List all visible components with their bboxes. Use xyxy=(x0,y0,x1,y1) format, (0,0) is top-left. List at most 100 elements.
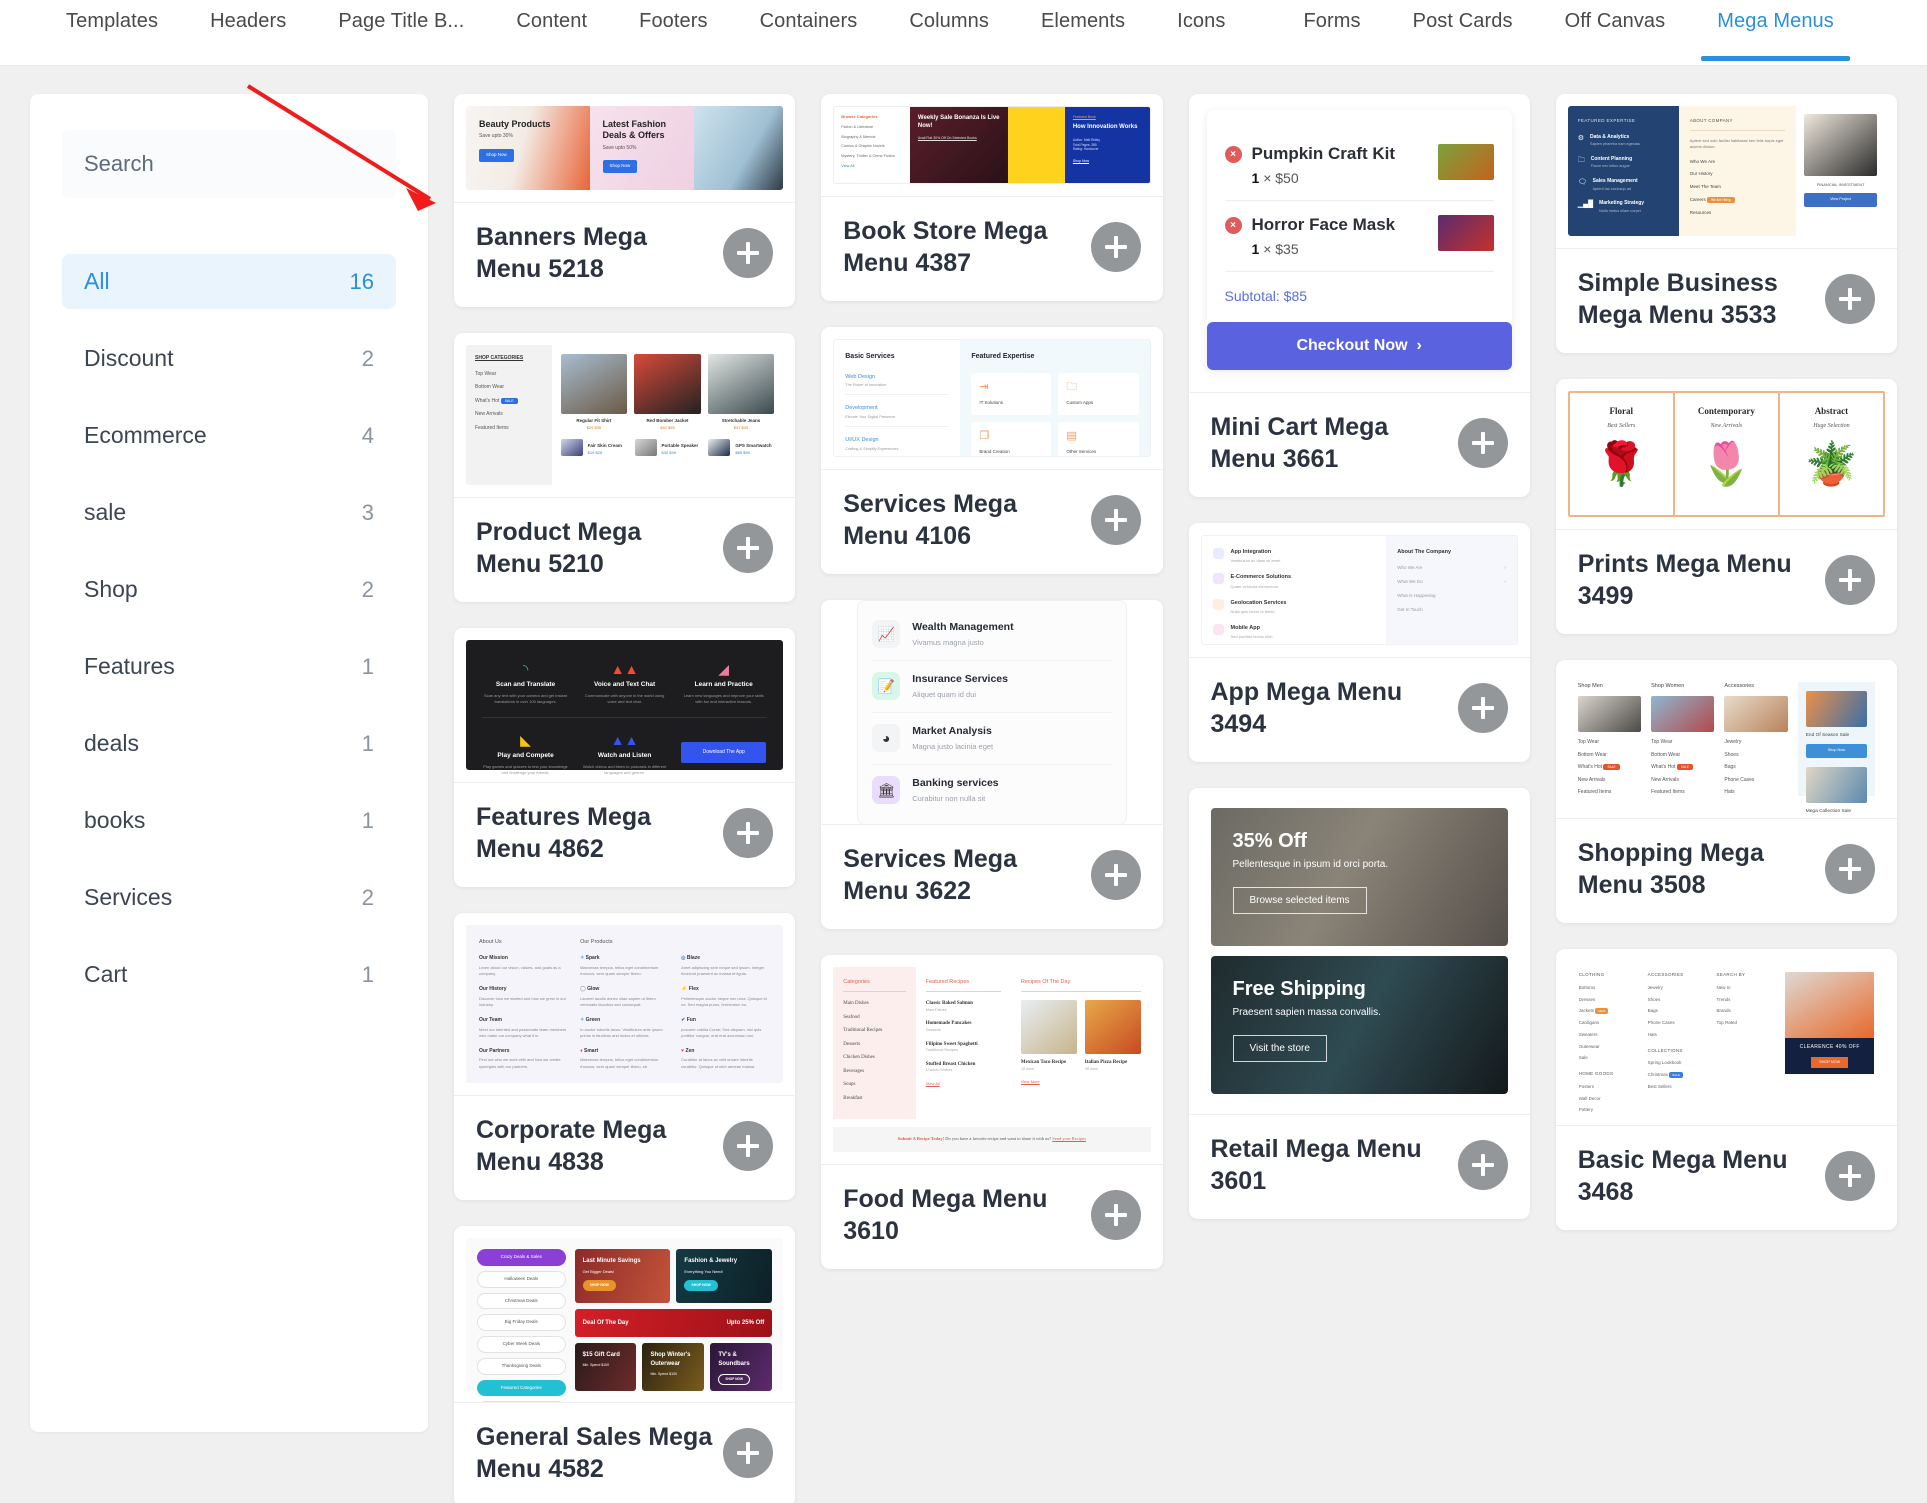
tab-icons[interactable]: Icons xyxy=(1151,0,1251,61)
tab-headers[interactable]: Headers xyxy=(184,0,312,61)
add-template-button[interactable] xyxy=(1458,418,1508,468)
template-card-features[interactable]: ◝ Scan and Translate Scan any text with … xyxy=(454,628,795,887)
login-icon: ⇥ xyxy=(979,382,1043,393)
add-template-button[interactable] xyxy=(1458,1140,1508,1190)
tab-containers[interactable]: Containers xyxy=(734,0,884,61)
tab-page-title-bar[interactable]: Page Title B... xyxy=(312,0,490,61)
tab-post-cards[interactable]: Post Cards xyxy=(1387,0,1539,61)
sidebar-item-cart[interactable]: Cart 1 xyxy=(62,947,396,1002)
food-columns: Categories Main Dishes Seafood Tradition… xyxy=(833,967,1150,1119)
template-card-app[interactable]: App Integration Vestibulum ac diam sit a… xyxy=(1189,523,1530,762)
sidebar-item-shop[interactable]: Shop 2 xyxy=(62,562,396,617)
sidebar-item-books[interactable]: books 1 xyxy=(62,793,396,848)
template-card-banners[interactable]: Beauty Products Save upto 30% Shop Now L… xyxy=(454,94,795,307)
sidebar-item-sale[interactable]: sale 3 xyxy=(62,485,396,540)
category-link: Desserts xyxy=(843,1041,905,1049)
tab-columns[interactable]: Columns xyxy=(883,0,1015,61)
document-icon: 📝 xyxy=(872,672,900,700)
recipes-of-day: Recipes Of The Day Mexican Taco Recipe 1… xyxy=(1011,967,1151,1119)
item-name-text: Smart xyxy=(584,1048,598,1054)
remove-item-icon[interactable]: × xyxy=(1225,146,1242,163)
promo-banner: CLEARENCE 40% OFF SHOP NOW xyxy=(1785,1038,1874,1074)
add-template-button[interactable] xyxy=(723,523,773,573)
item-desc: Laoreet iaculis donec vitae sapien ut li… xyxy=(580,996,669,1008)
service-desc: Quam vehicula elementum xyxy=(1231,584,1292,590)
print-title: Floral xyxy=(1576,405,1667,419)
food-footer: Submit A Recipe Today! Do you have a fav… xyxy=(833,1127,1150,1152)
remove-item-icon[interactable]: × xyxy=(1225,217,1242,234)
add-template-button[interactable] xyxy=(1825,555,1875,605)
add-template-button[interactable] xyxy=(1091,495,1141,545)
add-template-button[interactable] xyxy=(1458,683,1508,733)
template-card-product[interactable]: SHOP CATEGORIES Top Wear Bottom Wear Wha… xyxy=(454,333,795,602)
sidebar-item-services[interactable]: Services 2 xyxy=(62,870,396,925)
template-card-mini-cart[interactable]: × Pumpkin Craft Kit 1 × $50 xyxy=(1189,94,1530,497)
cart-item-row: × Pumpkin Craft Kit 1 × $50 xyxy=(1225,130,1494,201)
template-card-services-3622[interactable]: 📈 Wealth Management Vivamus magna justo … xyxy=(821,600,1162,929)
template-card-corporate[interactable]: About Us Our Mission Learn about our vis… xyxy=(454,913,795,1200)
sidebar-item-discount[interactable]: Discount 2 xyxy=(62,331,396,386)
card-footer: Features Mega Menu 4862 xyxy=(454,782,795,887)
template-card-prints[interactable]: Floral Best Sellers 🌹 Contemporary New A… xyxy=(1556,379,1897,634)
tab-content[interactable]: Content xyxy=(490,0,613,61)
add-template-button[interactable] xyxy=(723,228,773,278)
category-link: What's Hot SALE xyxy=(475,398,543,406)
nav-link: Brands xyxy=(1717,1008,1775,1015)
item-name: Our History xyxy=(479,986,568,994)
service-desc: Sed porttitor lectus nibh xyxy=(1231,634,1273,640)
sidebar-item-deals[interactable]: deals 1 xyxy=(62,716,396,771)
service-row: ◕ Market Analysis Magna justo lacinia eg… xyxy=(872,713,1111,765)
add-template-button[interactable] xyxy=(1091,1190,1141,1240)
banner-sub: Save upto 50% xyxy=(603,145,681,153)
add-template-button[interactable] xyxy=(1825,274,1875,324)
add-template-button[interactable] xyxy=(1091,850,1141,900)
template-card-basic[interactable]: CLOTHING Bottoms Dresses Jackets NEW Car… xyxy=(1556,949,1897,1230)
add-template-button[interactable] xyxy=(723,1428,773,1478)
promo-image xyxy=(1806,691,1867,727)
tab-mega-menus[interactable]: Mega Menus xyxy=(1691,0,1860,61)
recipe-image xyxy=(1085,1000,1141,1054)
card-footer: Services Mega Menu 4106 xyxy=(821,469,1162,574)
about-company-column: About The Company Who We Are› What We Do… xyxy=(1386,536,1517,644)
template-card-shopping[interactable]: Shop Men Top Wear Bottom Wear What's Hot… xyxy=(1556,660,1897,923)
service-item: Web Design The Power of Innovation xyxy=(845,373,949,396)
grid-column-1: Beauty Products Save upto 30% Shop Now L… xyxy=(454,94,795,1503)
tab-templates[interactable]: Templates xyxy=(40,0,184,61)
card-thumbnail: App Integration Vestibulum ac diam sit a… xyxy=(1189,523,1530,657)
template-card-food[interactable]: Categories Main Dishes Seafood Tradition… xyxy=(821,955,1162,1269)
card-footer: Food Mega Menu 3610 xyxy=(821,1164,1162,1269)
item-name: Our Team xyxy=(479,1017,568,1025)
service-desc: Magna justo lacinia eget xyxy=(912,741,993,752)
group-heading: Crazy Deals & Sales xyxy=(477,1249,566,1266)
column-heading xyxy=(681,938,770,946)
template-card-retail[interactable]: 35% Off Pellentesque in ipsum id orci po… xyxy=(1189,788,1530,1219)
add-template-button[interactable] xyxy=(1825,844,1875,894)
nav-link: Wall Decor xyxy=(1579,1096,1637,1103)
sidebar-item-ecommerce[interactable]: Ecommerce 4 xyxy=(62,408,396,463)
about-paragraph: Aptent sed odio facilisi habitasse ken f… xyxy=(1690,138,1785,151)
chat-icon: 🗨 xyxy=(1578,178,1587,192)
subtotal-label: Subtotal: xyxy=(1225,288,1280,304)
search-input[interactable] xyxy=(62,130,396,198)
feature-cell: ◣ Play and Compete Play games and quizze… xyxy=(476,725,575,781)
template-card-book-store[interactable]: Browse Categories Fiction & Literature B… xyxy=(821,94,1162,301)
category-link: Traditional Recipes xyxy=(843,1027,905,1035)
add-template-button[interactable] xyxy=(1091,222,1141,272)
add-template-button[interactable] xyxy=(723,1121,773,1171)
link-label: What Is Happening xyxy=(1397,593,1435,600)
view-project-button: View Project xyxy=(1804,193,1877,207)
add-template-button[interactable] xyxy=(723,808,773,858)
sidebar-item-features[interactable]: Features 1 xyxy=(62,639,396,694)
template-card-simple-business[interactable]: FEATURED EXPERTISE ⚙ Data & Analytics Sa… xyxy=(1556,94,1897,353)
sidebar-item-all[interactable]: All 16 xyxy=(62,254,396,309)
product-name: Fair Skin Cream xyxy=(588,443,622,450)
tab-elements[interactable]: Elements xyxy=(1015,0,1151,61)
tab-forms[interactable]: Forms xyxy=(1277,0,1386,61)
column-heading: Shop Men xyxy=(1578,682,1641,690)
tab-footers[interactable]: Footers xyxy=(613,0,734,61)
tab-off-canvas[interactable]: Off Canvas xyxy=(1539,0,1692,61)
template-card-services-4106[interactable]: Basic Services Web Design The Power of I… xyxy=(821,327,1162,574)
add-template-button[interactable] xyxy=(1825,1151,1875,1201)
template-card-general-sales[interactable]: Crazy Deals & Sales Halloween Deals Chri… xyxy=(454,1226,795,1503)
about-link: Who We Are xyxy=(1690,159,1785,166)
